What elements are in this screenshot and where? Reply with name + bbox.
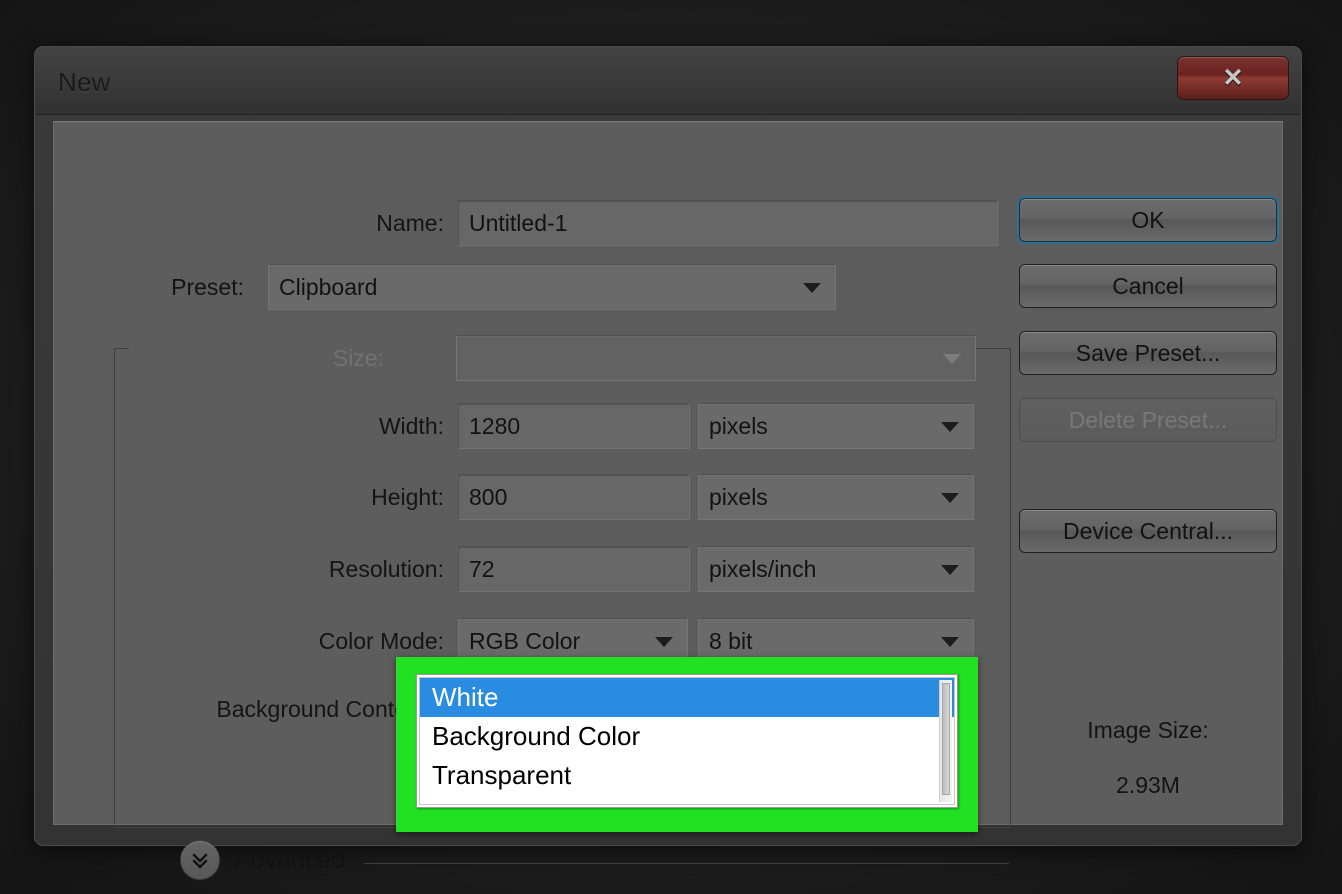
preset-label: Preset:	[171, 274, 244, 300]
dropdown-option-white[interactable]: White	[420, 678, 954, 717]
dialog-titlebar[interactable]: New ✕	[35, 47, 1301, 115]
width-unit-value: pixels	[709, 412, 768, 439]
image-size-label: Image Size:	[1087, 717, 1209, 743]
size-label: Size:	[332, 345, 384, 371]
width-unit-select[interactable]: pixels	[698, 403, 974, 449]
chevron-down-icon	[803, 283, 821, 293]
resolution-unit-select[interactable]: pixels/inch	[698, 546, 974, 592]
height-label: Height:	[371, 484, 444, 510]
image-size-value: 2.93M	[1116, 772, 1180, 798]
color-mode-value: RGB Color	[469, 627, 581, 654]
chevron-down-icon-disabled	[943, 354, 961, 364]
dropdown-options-container: White Background Color Transparent	[419, 677, 955, 805]
chevron-down-icon	[941, 422, 959, 432]
device-central-button[interactable]: Device Central...	[1019, 509, 1277, 553]
background-contents-dropdown-list[interactable]: White Background Color Transparent	[416, 674, 958, 808]
advanced-divider	[364, 863, 1009, 864]
advanced-label: Advanced	[234, 845, 346, 874]
chevron-down-icon	[941, 637, 959, 647]
height-unit-select[interactable]: pixels	[698, 474, 974, 520]
close-icon: ✕	[1222, 64, 1244, 92]
ok-button[interactable]: OK	[1019, 198, 1277, 242]
dropdown-option-transparent[interactable]: Transparent	[420, 756, 954, 795]
delete-preset-button: Delete Preset...	[1019, 398, 1277, 442]
resolution-label: Resolution:	[328, 556, 444, 582]
dropdown-scrollbar-thumb[interactable]	[942, 683, 950, 795]
height-unit-value: pixels	[709, 483, 768, 510]
width-label: Width:	[378, 413, 444, 439]
width-input[interactable]: 1280	[458, 403, 690, 449]
save-preset-button[interactable]: Save Preset...	[1019, 331, 1277, 375]
preset-value: Clipboard	[279, 273, 378, 300]
chevron-down-icon	[655, 637, 673, 647]
size-select	[456, 335, 976, 381]
name-label: Name:	[376, 210, 444, 236]
dropdown-highlight-annotation: White Background Color Transparent	[396, 657, 978, 832]
dialog-title: New	[58, 67, 111, 97]
background-contents-label: Background Contents:	[216, 696, 444, 722]
color-mode-label: Color Mode:	[318, 628, 444, 654]
advanced-section-toggle-row[interactable]: Advanced	[180, 840, 345, 880]
double-chevron-down-icon[interactable]	[180, 840, 220, 880]
chevron-down-icon	[941, 493, 959, 503]
dropdown-scrollbar[interactable]	[939, 680, 952, 802]
cancel-button[interactable]: Cancel	[1019, 264, 1277, 308]
height-input[interactable]: 800	[458, 474, 690, 520]
bit-depth-value: 8 bit	[709, 627, 753, 654]
close-button[interactable]: ✕	[1177, 56, 1289, 100]
resolution-unit-value: pixels/inch	[709, 555, 817, 582]
preset-select[interactable]: Clipboard	[268, 264, 836, 310]
resolution-input[interactable]: 72	[458, 546, 690, 592]
chevron-down-icon	[941, 565, 959, 575]
name-input[interactable]: Untitled-1	[458, 200, 998, 246]
dropdown-option-background-color[interactable]: Background Color	[420, 717, 954, 756]
